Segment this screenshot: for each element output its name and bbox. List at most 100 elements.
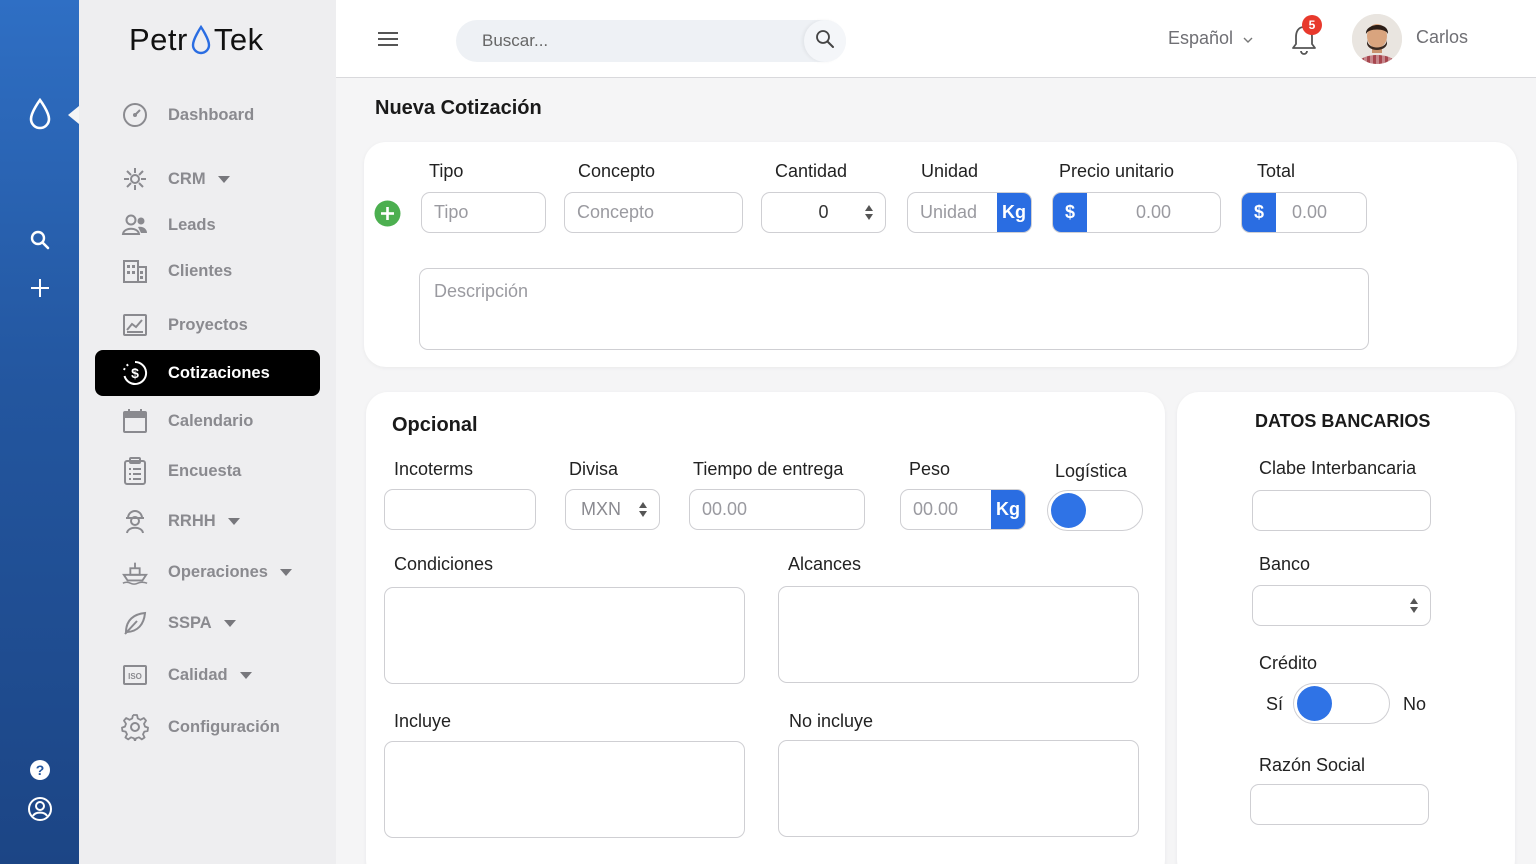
sidebar-item-label: Calendario — [168, 411, 254, 430]
total-field: $ — [1241, 192, 1367, 233]
add-item-button[interactable] — [374, 200, 401, 232]
select-arrows-icon — [639, 502, 647, 517]
sidebar-item-configuracion[interactable]: Configuración — [95, 704, 320, 750]
sidebar-item-rrhh[interactable]: RRHH — [95, 498, 320, 544]
banco-select[interactable] — [1252, 585, 1431, 626]
sidebar-item-sspa[interactable]: SSPA — [95, 600, 320, 646]
peso-label: Peso — [909, 459, 951, 479]
concepto-field — [564, 192, 743, 233]
cantidad-stepper — [761, 192, 886, 233]
bank-title: DATOS BANCARIOS — [1255, 411, 1431, 431]
sidebar-item-calidad[interactable]: ISO Calidad — [95, 652, 320, 698]
users-icon — [121, 211, 149, 239]
clabe-input[interactable] — [1253, 491, 1430, 530]
search-icon — [815, 29, 835, 54]
help-icon[interactable]: ? — [0, 758, 79, 782]
language-selector[interactable]: Español — [1168, 28, 1253, 49]
caret-down-icon — [279, 568, 292, 576]
alcances-input[interactable] — [779, 587, 1138, 682]
alcances-label: Alcances — [788, 554, 862, 574]
peso-field: Kg — [900, 489, 1026, 530]
user-circle-icon[interactable] — [0, 796, 79, 822]
avatar[interactable] — [1352, 14, 1402, 64]
sidebar-item-calendario[interactable]: Calendario — [95, 398, 320, 444]
plus-circle-icon — [374, 200, 401, 231]
divisa-label: Divisa — [569, 459, 619, 479]
descripcion-input[interactable] — [420, 269, 1368, 349]
brand-left: Petr — [129, 22, 188, 57]
concepto-input[interactable] — [565, 193, 742, 232]
cantidad-label: Cantidad — [775, 161, 848, 181]
network-icon — [121, 165, 149, 193]
building-icon — [121, 257, 149, 285]
condiciones-input[interactable] — [385, 588, 744, 683]
credito-toggle[interactable] — [1293, 683, 1390, 724]
sidebar-item-clientes[interactable]: Clientes — [95, 248, 320, 294]
unidad-field: Kg — [907, 192, 1032, 233]
brand-drop-icon — [190, 24, 212, 56]
sidebar-item-label: Dashboard — [168, 105, 255, 124]
banco-label: Banco — [1259, 554, 1311, 574]
incluye-field — [384, 741, 745, 838]
peso-input[interactable] — [901, 490, 991, 529]
stepper-arrows-icon[interactable] — [865, 205, 873, 220]
tiempo-field — [689, 489, 865, 530]
razon-input[interactable] — [1251, 785, 1428, 824]
app-rail: ? — [0, 0, 79, 864]
logistica-toggle[interactable] — [1047, 490, 1143, 531]
rail-active-notch — [68, 106, 79, 124]
tiempo-input[interactable] — [690, 490, 864, 529]
unit-suffix: Kg — [991, 490, 1025, 529]
sidebar-item-cotizaciones[interactable]: $ Cotizaciones — [95, 350, 320, 396]
search-input[interactable] — [482, 20, 802, 62]
tipo-field — [421, 192, 546, 233]
hamburger-menu-icon[interactable] — [378, 31, 398, 52]
brand-right: Tek — [213, 22, 264, 57]
unidad-input[interactable] — [908, 193, 997, 232]
no-incluye-input[interactable] — [779, 741, 1138, 836]
sidebar-item-label: Leads — [168, 215, 216, 234]
add-icon[interactable] — [0, 276, 79, 300]
divisa-select[interactable]: MXN — [565, 489, 660, 530]
brand-logo[interactable]: Petr Tek — [129, 22, 264, 58]
caret-down-icon — [217, 175, 230, 183]
iso-icon: ISO — [121, 661, 149, 689]
search-button[interactable] — [804, 20, 846, 62]
tipo-input[interactable] — [422, 193, 545, 232]
caret-down-icon — [227, 517, 240, 525]
select-arrows-icon — [1410, 598, 1418, 613]
sidebar-item-label: Cotizaciones — [168, 363, 270, 382]
sidebar-item-crm[interactable]: CRM — [95, 156, 320, 202]
currency-prefix: $ — [1242, 193, 1276, 232]
incluye-input[interactable] — [385, 742, 744, 837]
sidebar-item-label: Proyectos — [168, 315, 248, 334]
user-name[interactable]: Carlos — [1416, 27, 1468, 48]
precio-input[interactable] — [1087, 193, 1220, 232]
sidebar-item-label: Clientes — [168, 261, 233, 280]
bank-card: DATOS BANCARIOS Clabe Interbancaria Banc… — [1177, 392, 1515, 864]
caret-down-icon — [239, 671, 252, 679]
tipo-label: Tipo — [429, 161, 464, 181]
incoterms-input[interactable] — [385, 490, 535, 529]
total-input[interactable] — [1276, 193, 1366, 232]
credito-no-label: No — [1403, 694, 1427, 714]
search-bar — [456, 20, 846, 62]
condiciones-label: Condiciones — [394, 554, 494, 574]
sidebar-item-proyectos[interactable]: Proyectos — [95, 302, 320, 348]
search-icon[interactable] — [0, 228, 79, 252]
toggle-knob — [1297, 686, 1332, 721]
sidebar-item-label: RRHH — [168, 511, 216, 530]
optional-card: Opcional Incoterms Divisa Tiempo de entr… — [366, 392, 1165, 864]
calendar-icon — [121, 407, 149, 435]
sidebar-item-encuesta[interactable]: Encuesta — [95, 448, 320, 494]
notification-badge: 5 — [1302, 15, 1322, 35]
sidebar-item-leads[interactable]: Leads — [95, 202, 320, 248]
no-incluye-label: No incluye — [789, 711, 874, 731]
alcances-field — [778, 586, 1139, 683]
chart-image-icon — [121, 311, 149, 339]
sidebar-item-label: Configuración — [168, 717, 280, 736]
sidebar-item-label: Operaciones — [168, 562, 268, 581]
sidebar-item-operaciones[interactable]: Operaciones — [95, 549, 320, 595]
incoterms-field — [384, 489, 536, 530]
sidebar-item-dashboard[interactable]: Dashboard — [95, 92, 320, 138]
